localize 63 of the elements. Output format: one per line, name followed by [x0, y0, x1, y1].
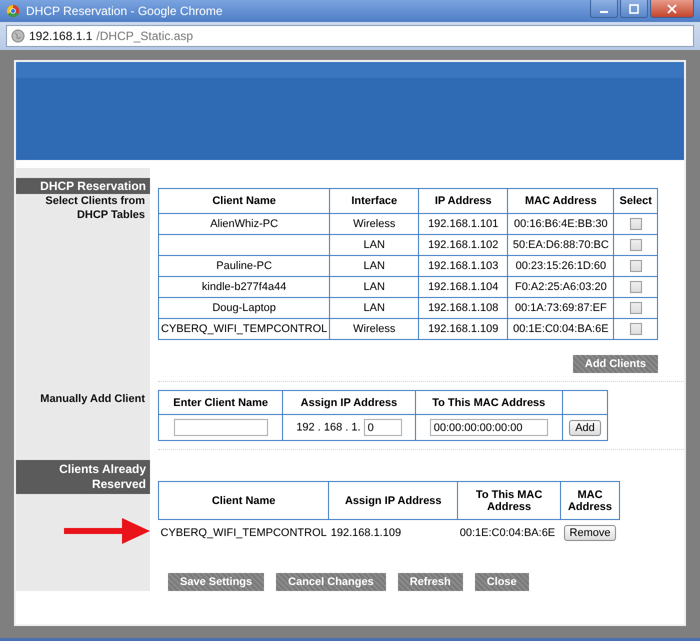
ip-field[interactable]: 0: [364, 419, 402, 436]
column-header: Enter Client Name: [158, 390, 283, 414]
table-cell: 00:1E:C0:04:BA:6E: [508, 318, 614, 340]
table-cell: 50:EA:D6:88:70:BC: [508, 234, 614, 256]
section-label: Select Clients from DHCP Tables: [44, 194, 146, 222]
table-cell: Wireless: [330, 318, 419, 340]
table-cell: 192.168.1.102: [418, 234, 508, 256]
column-header: Select: [614, 188, 658, 214]
add-clients-button[interactable]: Add Clients: [572, 355, 658, 373]
column-header: IP Address: [418, 188, 508, 214]
minimize-icon[interactable]: [590, 0, 618, 18]
select-checkbox[interactable]: [630, 281, 642, 294]
client-name-field[interactable]: [174, 419, 268, 436]
table-cell: kindle-b277f4a44: [158, 276, 330, 298]
table-cell: Doug-Laptop: [158, 298, 330, 318]
table-cell: 192.168.1.108: [418, 298, 508, 318]
table-cell: LAN: [330, 298, 419, 318]
select-checkbox[interactable]: [630, 218, 642, 230]
table-cell: 192.168.1.109: [418, 318, 508, 340]
table-cell: 192.168.1.103: [418, 256, 508, 276]
add-button[interactable]: Add: [569, 420, 601, 436]
column-header: Client Name: [158, 482, 329, 520]
column-header: MAC Address: [560, 482, 620, 520]
table-cell: F0:A2:25:A6:03:20: [508, 276, 614, 298]
table-cell: LAN: [330, 256, 419, 276]
window-title: DHCP Reservation - Google Chrome: [26, 4, 224, 18]
browser-logo-icon: [6, 4, 20, 18]
table-cell: Pauline-PC: [158, 256, 330, 276]
table-cell: 00:1A:73:69:87:EF: [508, 298, 614, 318]
action-button[interactable]: Close: [474, 573, 529, 591]
column-header: To This MAC Address: [458, 482, 560, 520]
table-cell: AlienWhiz-PC: [158, 214, 330, 234]
select-checkbox[interactable]: [630, 323, 642, 336]
address-field[interactable]: 192.168.1.1 /DHCP_Static.asp: [6, 25, 694, 47]
ip-prefix: 192 . 168 . 1.: [296, 422, 361, 434]
table-cell: 00:1E:C0:04:BA:6E: [458, 520, 560, 546]
table-cell: 192.168.1.101: [418, 214, 508, 234]
column-header: Assign IP Address: [282, 390, 416, 414]
globe-icon: [11, 29, 25, 43]
table-cell: LAN: [330, 234, 419, 256]
close-icon[interactable]: [650, 0, 694, 18]
column-header: Assign IP Address: [328, 482, 458, 520]
column-header: Interface: [330, 188, 419, 214]
column-header: MAC Address: [508, 188, 614, 214]
column-header: To This MAC Address: [415, 390, 562, 414]
table-cell: 192.168.1.104: [418, 276, 508, 298]
table-cell: Wireless: [330, 214, 419, 234]
select-checkbox[interactable]: [630, 260, 642, 272]
select-checkbox[interactable]: [630, 302, 642, 314]
table-cell: 00:23:15:26:1D:60: [508, 256, 614, 276]
table-cell: LAN: [330, 276, 419, 298]
table-cell: CYBERQ_WIFI_TEMPCONTROL: [158, 318, 330, 340]
table-cell: CYBERQ_WIFI_TEMPCONTROL: [158, 520, 329, 546]
section-label: Manually Add Client: [39, 392, 146, 406]
maximize-icon[interactable]: [620, 0, 648, 18]
remove-button[interactable]: Remove: [564, 525, 616, 541]
table-cell: 00:16:B6:4E:BB:30: [508, 214, 614, 234]
column-header: Client Name: [158, 188, 330, 214]
mac-field[interactable]: 00:00:00:00:00:00: [430, 419, 548, 436]
section-heading: DHCP Reservation: [16, 178, 150, 194]
section-heading: Clients Already Reserved: [16, 460, 150, 494]
table-cell: 192.168.1.109: [328, 520, 458, 546]
select-checkbox[interactable]: [630, 239, 642, 252]
